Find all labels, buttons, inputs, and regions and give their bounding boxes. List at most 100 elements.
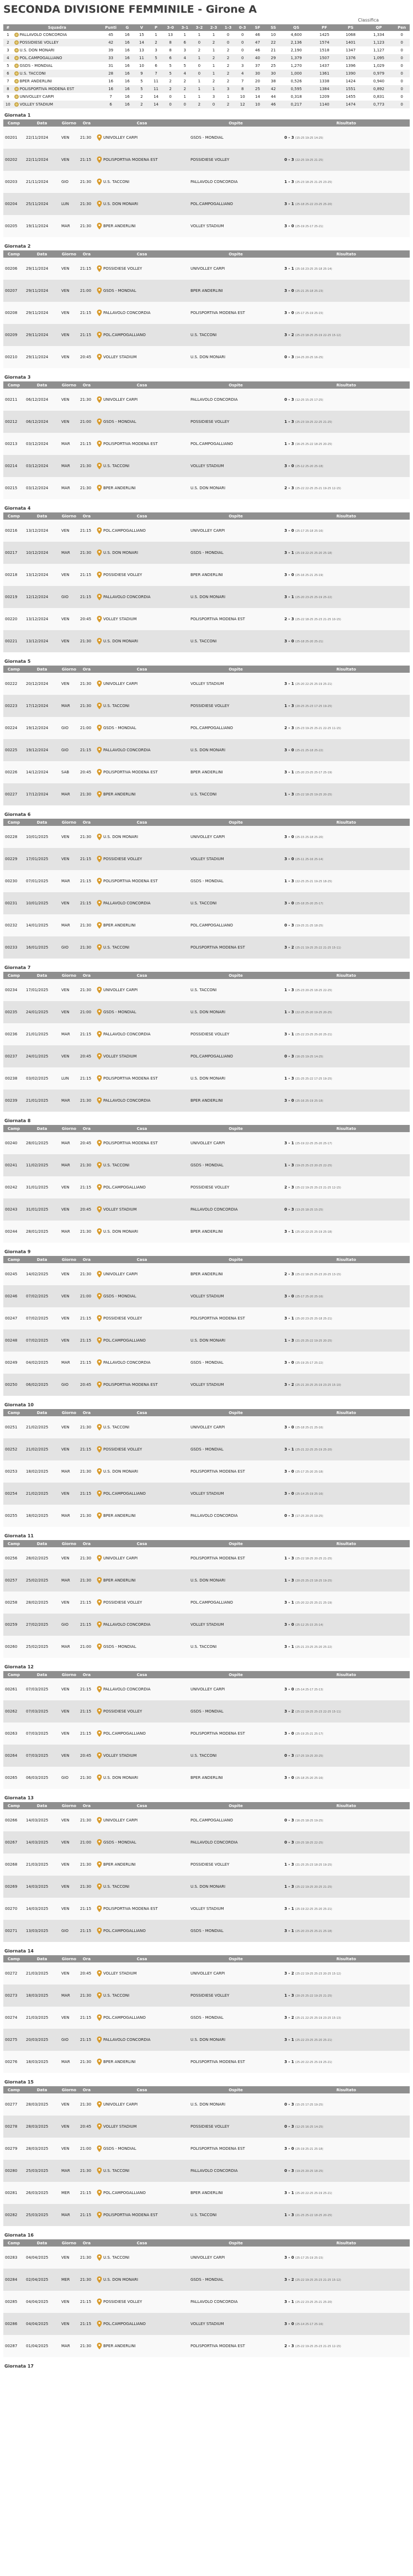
location-pin-icon[interactable]	[97, 265, 102, 272]
match-away-team[interactable]: GSDS - MONDIAL	[189, 127, 283, 149]
match-row[interactable]: 00228 10/01/2025 VEN 21:30 U.S. DON MONARI UN…	[3, 826, 410, 848]
match-away-team[interactable]: POSSIDIESE VOLLEY	[189, 1176, 283, 1198]
location-pin-icon[interactable]	[97, 878, 102, 884]
match-home-team[interactable]: PALLAVOLO CONCORDIA	[95, 1352, 189, 1374]
match-away-team[interactable]: VOLLEY STADIUM	[189, 455, 283, 477]
location-pin-icon[interactable]	[97, 2254, 102, 2261]
match-home-team[interactable]: PALLAVOLO CONCORDIA	[95, 892, 189, 914]
match-away-team[interactable]: GSDS - MONDIAL	[189, 1700, 283, 1722]
location-pin-icon[interactable]	[97, 485, 102, 491]
location-pin-icon[interactable]	[97, 1555, 102, 1562]
standings-team-name[interactable]: BPER ANDERLINI	[13, 77, 102, 85]
location-pin-icon[interactable]	[97, 944, 102, 951]
match-row[interactable]: 00270 14/03/2025 VEN 21:15 POLISPORTIVA MODE…	[3, 1898, 410, 1920]
match-row[interactable]: 00205 19/11/2024 MAR 21:30 BPER ANDERLINI VOL…	[3, 215, 410, 237]
standings-team-name[interactable]: POSSIDIESE VOLLEY	[12, 39, 102, 46]
match-away-team[interactable]: U.S. DON MONARI	[189, 739, 283, 761]
match-away-team[interactable]: UNIVOLLEY CARPI	[189, 2247, 283, 2269]
location-pin-icon[interactable]	[97, 987, 102, 993]
match-row[interactable]: 00244 28/01/2025 MAR 21:30 U.S. DON MONARI BP…	[3, 1221, 410, 1243]
match-home-team[interactable]: UNIVOLLEY CARPI	[95, 1547, 189, 1569]
location-pin-icon[interactable]	[97, 1381, 102, 1388]
location-pin-icon[interactable]	[97, 922, 102, 929]
match-row[interactable]: 00215 03/12/2024 MAR 21:30 BPER ANDERLINI U.S…	[3, 477, 410, 499]
match-home-team[interactable]: PALLAVOLO CONCORDIA	[95, 1023, 189, 1045]
match-home-team[interactable]: PALLAVOLO CONCORDIA	[95, 1090, 189, 1112]
location-pin-icon[interactable]	[97, 1621, 102, 1628]
location-pin-icon[interactable]	[97, 1686, 102, 1693]
match-away-team[interactable]: VOLLEY STADIUM	[189, 848, 283, 870]
location-pin-icon[interactable]	[97, 201, 102, 207]
match-away-team[interactable]: POSSIDIESE VOLLEY	[189, 1854, 283, 1876]
match-home-team[interactable]: BPER ANDERLINI	[95, 1505, 189, 1527]
standings-col-header[interactable]: Squadra	[12, 24, 102, 31]
match-row[interactable]: 00260 25/02/2025 MAR 21:00 GSDS - MONDIAL U.S…	[3, 1636, 410, 1658]
match-row[interactable]: 00249 04/02/2025 MAR 21:15 PALLAVOLO CONCORD…	[3, 1352, 410, 1374]
match-home-team[interactable]: BPER ANDERLINI	[95, 1854, 189, 1876]
match-away-team[interactable]: PALLAVOLO CONCORDIA	[189, 2160, 283, 2182]
match-row[interactable]: 00220 13/12/2024 VEN 20:45 VOLLEY STADIUM POL…	[3, 608, 410, 630]
match-row[interactable]: 00219 12/12/2024 GIO 21:15 PALLAVOLO CONCORD…	[3, 586, 410, 608]
location-pin-icon[interactable]	[97, 1031, 102, 1038]
location-pin-icon[interactable]	[97, 1730, 102, 1737]
match-away-team[interactable]: U.S. TACCONI	[189, 892, 283, 914]
match-home-team[interactable]: UNIVOLLEY CARPI	[95, 979, 189, 1001]
match-home-team[interactable]: VOLLEY STADIUM	[95, 608, 189, 630]
match-away-team[interactable]: U.S. DON MONARI	[189, 1329, 283, 1352]
match-home-team[interactable]: VOLLEY STADIUM	[95, 1962, 189, 1985]
match-row[interactable]: 00238 03/02/2025 LUN 21:15 POLISPORTIVA MODE…	[3, 1067, 410, 1090]
match-away-team[interactable]: BPER ANDERLINI	[189, 280, 283, 302]
location-pin-icon[interactable]	[97, 900, 102, 907]
location-pin-icon[interactable]	[97, 1446, 102, 1453]
match-away-team[interactable]: GSDS - MONDIAL	[189, 1438, 283, 1460]
location-pin-icon[interactable]	[97, 1468, 102, 1475]
match-home-team[interactable]: VOLLEY STADIUM	[95, 1045, 189, 1067]
match-home-team[interactable]: U.S. DON MONARI	[95, 193, 189, 215]
location-pin-icon[interactable]	[97, 1817, 102, 1824]
standings-team-name[interactable]: UNIVOLLEY CARPI	[13, 93, 102, 101]
match-away-team[interactable]: POL.CAMPOGALLIANO	[189, 914, 283, 936]
match-away-team[interactable]: U.S. TACCONI	[189, 783, 283, 805]
match-home-team[interactable]: U.S. TACCONI	[95, 2247, 189, 2269]
location-pin-icon[interactable]	[97, 310, 102, 316]
match-away-team[interactable]: PALLAVOLO CONCORDIA	[189, 171, 283, 193]
match-away-team[interactable]: GSDS - MONDIAL	[189, 1352, 283, 1374]
match-row[interactable]: 00280 25/03/2025 MAR 21:30 U.S. TACCONI PALLA…	[3, 2160, 410, 2182]
match-row[interactable]: 00275 20/03/2025 GIO 21:15 PALLAVOLO CONCORD…	[3, 2029, 410, 2051]
location-pin-icon[interactable]	[97, 441, 102, 447]
match-row[interactable]: 00269 14/03/2025 VEN 21:30 U.S. TACCONI U.S. …	[3, 1876, 410, 1898]
match-row[interactable]: 00234 17/01/2025 VEN 21:30 UNIVOLLEY CARPI U.…	[3, 979, 410, 1001]
location-pin-icon[interactable]	[97, 1970, 102, 1977]
match-home-team[interactable]: U.S. TACCONI	[95, 1876, 189, 1898]
match-home-team[interactable]: GSDS - MONDIAL	[95, 1636, 189, 1658]
match-row[interactable]: 00267 14/03/2025 VEN 21:00 GSDS - MONDIAL PAL…	[3, 1831, 410, 1854]
match-row[interactable]: 00248 07/02/2025 VEN 21:15 POL.CAMPOGALLIANO…	[3, 1329, 410, 1352]
match-away-team[interactable]: U.S. DON MONARI	[189, 586, 283, 608]
match-row[interactable]: 00221 13/12/2024 VEN 21:30 U.S. DON MONARI U.…	[3, 630, 410, 652]
match-row[interactable]: 00237 24/01/2025 VEN 20:45 VOLLEY STADIUM POL…	[3, 1045, 410, 1067]
match-home-team[interactable]: U.S. DON MONARI	[95, 1767, 189, 1789]
location-pin-icon[interactable]	[97, 680, 102, 687]
match-home-team[interactable]: PALLAVOLO CONCORDIA	[95, 1678, 189, 1700]
match-home-team[interactable]: U.S. DON MONARI	[95, 826, 189, 848]
match-away-team[interactable]: U.S. TACCONI	[189, 324, 283, 346]
match-row[interactable]: 00201 22/11/2024 VEN 21:30 UNIVOLLEY CARPI GS…	[3, 127, 410, 149]
match-home-team[interactable]: POSSIDIESE VOLLEY	[95, 2291, 189, 2313]
match-row[interactable]: 00210 29/11/2024 VEN 20:45 VOLLEY STADIUM U.S…	[3, 346, 410, 368]
match-home-team[interactable]: POL.CAMPOGALLIANO	[95, 1920, 189, 1942]
match-home-team[interactable]: POSSIDIESE VOLLEY	[95, 564, 189, 586]
match-away-team[interactable]: POL.CAMPOGALLIANO	[189, 717, 283, 739]
match-away-team[interactable]: BPER ANDERLINI	[189, 761, 283, 783]
location-pin-icon[interactable]	[97, 2276, 102, 2283]
match-home-team[interactable]: POSSIDIESE VOLLEY	[95, 1307, 189, 1329]
match-away-team[interactable]: U.S. DON MONARI	[189, 1001, 283, 1023]
match-away-team[interactable]: POSSIDIESE VOLLEY	[189, 1985, 283, 2007]
match-row[interactable]: 00279 28/03/2025 VEN 21:00 GSDS - MONDIAL POL…	[3, 2138, 410, 2160]
match-home-team[interactable]: UNIVOLLEY CARPI	[95, 2093, 189, 2116]
match-away-team[interactable]: PALLAVOLO CONCORDIA	[189, 1831, 283, 1854]
standings-team-name[interactable]: U.S. DON MONARI	[13, 46, 102, 54]
match-row[interactable]: 00225 19/12/2024 GIO 21:15 PALLAVOLO CONCORD…	[3, 739, 410, 761]
match-row[interactable]: 00284 02/04/2025 MER 21:30 U.S. DON MONARI GS…	[3, 2269, 410, 2291]
match-row[interactable]: 00259 27/02/2025 GIO 21:15 PALLAVOLO CONCORD…	[3, 1614, 410, 1636]
location-pin-icon[interactable]	[97, 2190, 102, 2196]
